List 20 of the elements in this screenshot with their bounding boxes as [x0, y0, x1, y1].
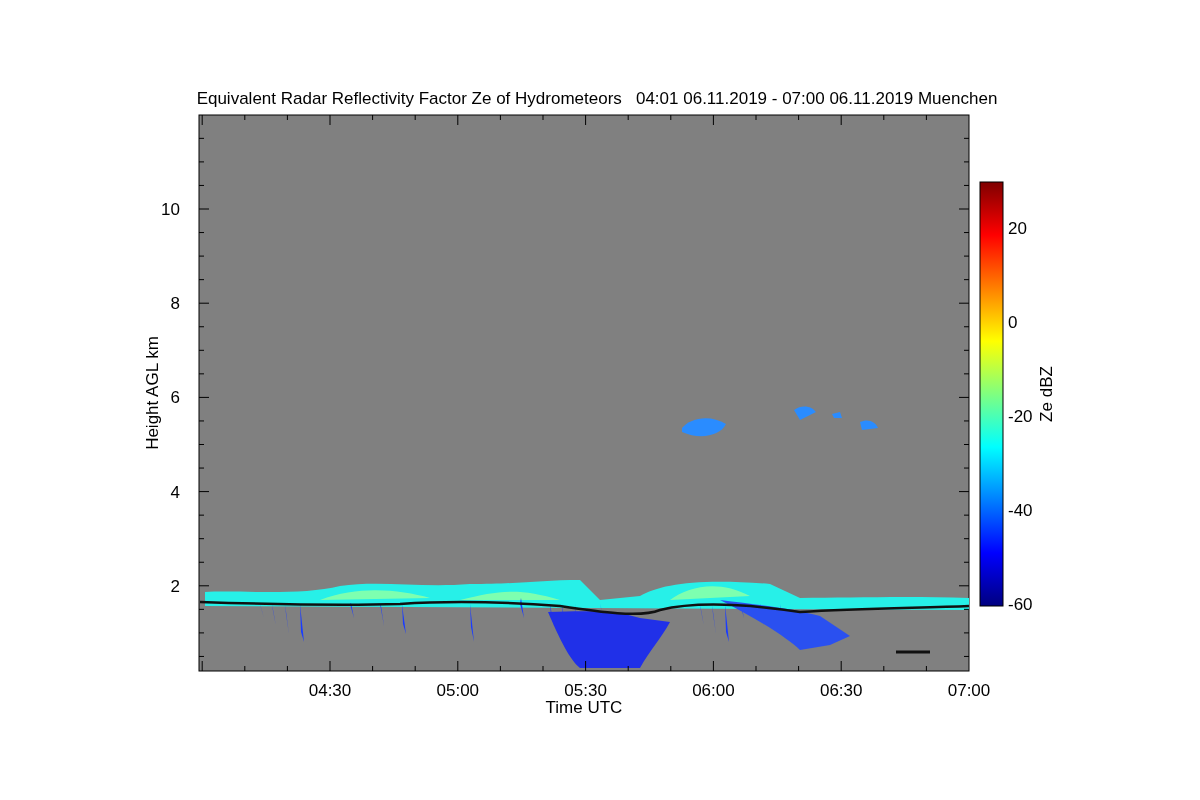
color-scale-label: -60 — [1008, 595, 1033, 614]
color-scale-title: Ze dBZ — [1037, 366, 1056, 422]
x-tick-label: 04:30 — [308, 681, 352, 700]
x-tick-label: 06:30 — [819, 681, 863, 700]
color-scale-label: 0 — [1008, 313, 1018, 332]
y-tick-label: 10 — [161, 200, 180, 219]
x-tick-label: 07:00 — [947, 681, 991, 700]
y-tick-label: 6 — [170, 388, 180, 408]
y-tick-label: 4 — [170, 482, 180, 502]
y-tick-label: 8 — [170, 294, 180, 314]
x-tick-label: 05:30 — [564, 681, 607, 700]
color-scale-label: -20 — [1008, 407, 1033, 426]
color-scale-label: -40 — [1008, 501, 1033, 520]
x-axis-label: Time UTC — [545, 698, 623, 717]
x-tick-label: 05:00 — [436, 681, 480, 700]
y-axis-label: Height AGL km — [143, 336, 162, 450]
color-scale-label: 20 — [1008, 219, 1027, 238]
x-tick-label: 06:00 — [692, 681, 735, 700]
y-tick-label: 2 — [170, 576, 180, 596]
chart-title: Equivalent Radar Reflectivity Factor Ze of Hydrometeors 04:01 06.11.2019 - 07:00 06.11.2019 Muenchen — [196, 89, 998, 108]
